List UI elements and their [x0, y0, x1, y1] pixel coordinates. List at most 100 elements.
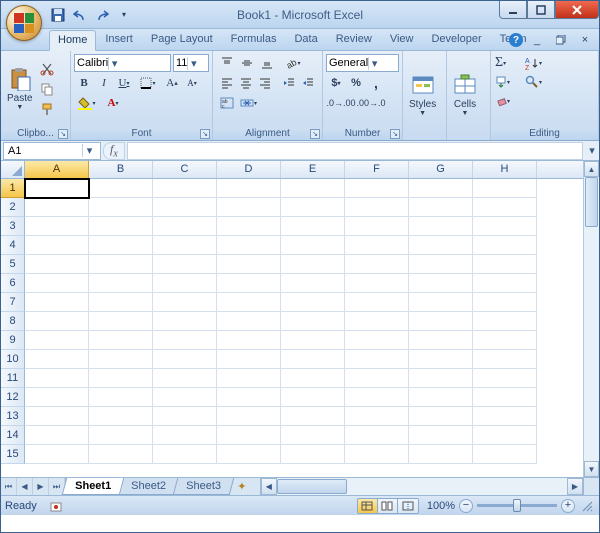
align-right-icon[interactable]	[255, 74, 274, 92]
help-icon[interactable]: ?	[509, 33, 523, 47]
tab-view[interactable]: View	[381, 29, 423, 50]
cell[interactable]	[217, 274, 281, 293]
cell[interactable]	[281, 274, 345, 293]
redo-icon[interactable]	[93, 6, 111, 24]
cell[interactable]	[409, 369, 473, 388]
cut-icon[interactable]	[37, 60, 57, 78]
cell[interactable]	[25, 407, 89, 426]
scroll-up-icon[interactable]: ▲	[584, 161, 599, 177]
shrink-font-button[interactable]: A▾	[182, 74, 202, 92]
cell[interactable]	[25, 293, 89, 312]
cell[interactable]	[89, 274, 153, 293]
cell[interactable]	[281, 407, 345, 426]
cell[interactable]	[281, 369, 345, 388]
clear-button[interactable]: ▾	[494, 92, 511, 110]
cell[interactable]	[409, 350, 473, 369]
ribbon-minimize-icon[interactable]: _	[527, 31, 547, 49]
cell[interactable]	[217, 426, 281, 445]
cell[interactable]	[25, 350, 89, 369]
zoom-handle[interactable]	[513, 499, 521, 512]
cell[interactable]	[409, 293, 473, 312]
next-sheet-icon[interactable]: ▶	[33, 478, 49, 495]
cell[interactable]	[409, 312, 473, 331]
expand-formula-bar-icon[interactable]: ▾	[585, 144, 599, 157]
cell[interactable]	[153, 293, 217, 312]
cell[interactable]	[153, 407, 217, 426]
decrease-indent-icon[interactable]	[280, 74, 299, 92]
cell[interactable]	[345, 388, 409, 407]
cell[interactable]	[25, 274, 89, 293]
cell[interactable]	[153, 198, 217, 217]
new-sheet-icon[interactable]: ✦	[232, 478, 252, 495]
cell[interactable]	[89, 350, 153, 369]
align-top-icon[interactable]	[217, 54, 237, 72]
align-center-icon[interactable]	[236, 74, 255, 92]
cell[interactable]	[473, 293, 537, 312]
cell[interactable]	[473, 369, 537, 388]
cell[interactable]	[473, 198, 537, 217]
cell[interactable]	[409, 236, 473, 255]
prev-sheet-icon[interactable]: ◀	[17, 478, 33, 495]
dialog-launcher-icon[interactable]: ↘	[390, 129, 400, 139]
column-header[interactable]: A	[25, 161, 89, 178]
format-painter-icon[interactable]	[37, 100, 57, 118]
cell[interactable]	[473, 274, 537, 293]
cell[interactable]	[409, 388, 473, 407]
column-header[interactable]: B	[89, 161, 153, 178]
cell[interactable]	[345, 198, 409, 217]
cells-button[interactable]: Cells▼	[451, 71, 479, 119]
cell[interactable]	[217, 293, 281, 312]
chevron-down-icon[interactable]: ▾	[82, 144, 96, 157]
cell[interactable]	[473, 350, 537, 369]
row-header[interactable]: 8	[1, 312, 25, 331]
autosum-button[interactable]: Σ▾	[494, 54, 507, 72]
cell[interactable]	[25, 426, 89, 445]
row-header[interactable]: 11	[1, 369, 25, 388]
tab-developer[interactable]: Developer	[422, 29, 490, 50]
cell[interactable]	[345, 217, 409, 236]
tab-insert[interactable]: Insert	[96, 29, 142, 50]
cell[interactable]	[217, 198, 281, 217]
insert-function-button[interactable]: fx	[110, 142, 118, 159]
cell[interactable]	[281, 217, 345, 236]
fill-color-button[interactable]: ▾	[74, 94, 100, 112]
cell[interactable]	[345, 331, 409, 350]
cell[interactable]	[281, 350, 345, 369]
cell[interactable]	[25, 198, 89, 217]
align-middle-icon[interactable]	[237, 54, 257, 72]
cell[interactable]	[25, 388, 89, 407]
cell[interactable]	[473, 388, 537, 407]
row-header[interactable]: 10	[1, 350, 25, 369]
row-header[interactable]: 14	[1, 426, 25, 445]
cell[interactable]	[217, 312, 281, 331]
find-select-button[interactable]: ▾	[524, 73, 543, 91]
cell[interactable]	[409, 407, 473, 426]
row-header[interactable]: 5	[1, 255, 25, 274]
cell[interactable]	[345, 445, 409, 464]
resize-grip-icon[interactable]	[581, 500, 595, 512]
close-button[interactable]	[555, 1, 599, 19]
styles-button[interactable]: Styles▼	[407, 71, 438, 119]
cell[interactable]	[409, 331, 473, 350]
cell[interactable]	[217, 369, 281, 388]
minimize-button[interactable]	[499, 1, 527, 19]
row-header[interactable]: 13	[1, 407, 25, 426]
row-header[interactable]: 15	[1, 445, 25, 464]
cell[interactable]	[409, 445, 473, 464]
cell[interactable]	[281, 445, 345, 464]
cell[interactable]	[25, 179, 89, 198]
normal-view-icon[interactable]	[358, 499, 378, 513]
cell[interactable]	[281, 426, 345, 445]
page-break-view-icon[interactable]	[398, 499, 418, 513]
page-layout-view-icon[interactable]	[378, 499, 398, 513]
first-sheet-icon[interactable]: ⏮	[1, 478, 17, 495]
cell[interactable]	[217, 331, 281, 350]
cell[interactable]	[89, 445, 153, 464]
cell[interactable]	[345, 236, 409, 255]
chevron-down-icon[interactable]: ▾	[108, 57, 120, 70]
workbook-restore-icon[interactable]	[551, 31, 571, 49]
cell[interactable]	[281, 312, 345, 331]
cell[interactable]	[25, 255, 89, 274]
cell[interactable]	[217, 350, 281, 369]
cell[interactable]	[153, 445, 217, 464]
